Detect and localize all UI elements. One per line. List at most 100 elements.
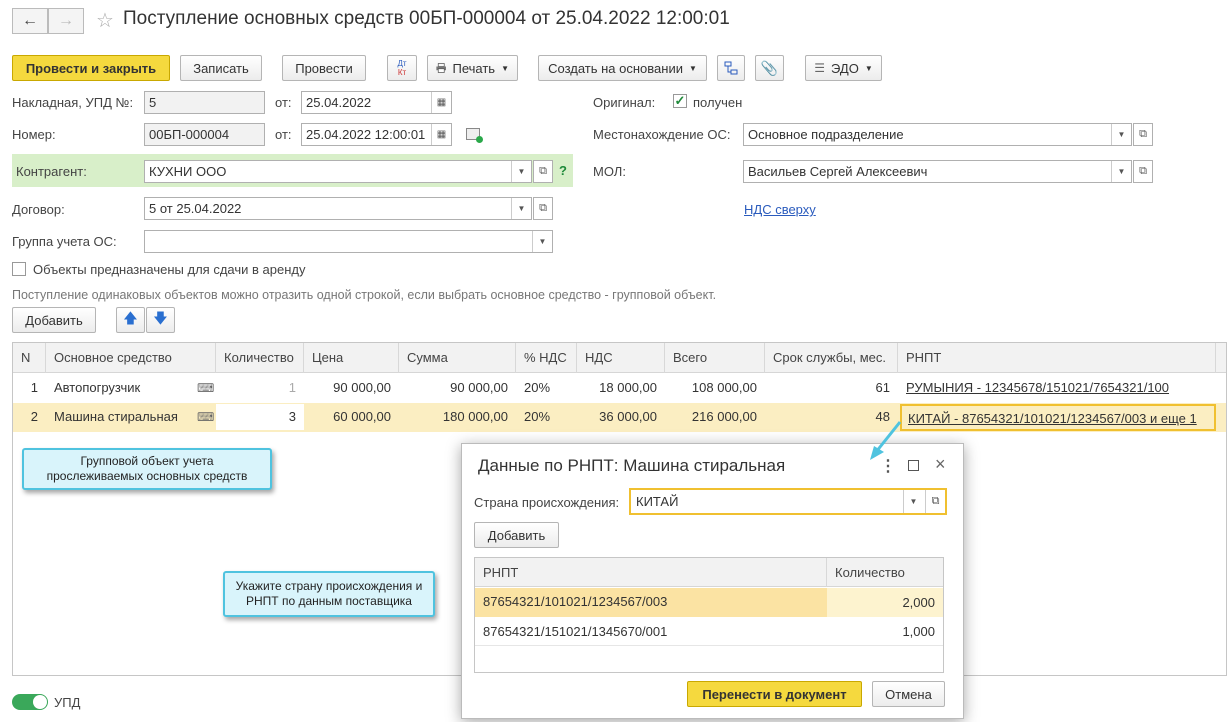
add-row-button[interactable]: Добавить [12,307,96,333]
table-row-selected[interactable]: 87654321/101021/1234567/003 2,000 [475,588,943,617]
table-header: N Основное средство Количество Цена Сумм… [13,343,1226,373]
row-rnpt-link[interactable]: РУМЫНИЯ - 12345678/151021/7654321/100 [898,374,1216,402]
transfer-to-document-button[interactable]: Перенести в документ [687,681,862,707]
mol-field[interactable]: Васильев Сергей Алексеевич ▼ [743,160,1132,183]
col-rnpt[interactable]: РНПТ [475,558,827,587]
forward-button[interactable]: → [48,8,84,34]
contract-label: Договор: [12,202,65,217]
country-field[interactable]: КИТАЙ ▼ ⧉ [629,488,947,515]
open-icon[interactable]: ⧉ [1133,160,1153,183]
vat-on-top-link[interactable]: НДС сверху [744,202,816,217]
dialog-add-button[interactable]: Добавить [474,522,559,548]
country-value: КИТАЙ [636,494,679,509]
arrow-down-icon: 🡇 [153,310,168,326]
row-price: 60 000,00 [333,409,391,424]
row-price: 90 000,00 [333,380,391,395]
calendar-icon[interactable]: ▦ [431,92,451,113]
col-sum[interactable]: Сумма [399,343,516,373]
contract-value: 5 от 25.04.2022 [149,201,242,216]
open-icon[interactable]: ⧉ [533,197,553,220]
arrow-up-icon: 🡅 [123,310,138,326]
row-total: 108 000,00 [691,380,757,395]
mol-label: МОЛ: [593,164,626,179]
chevron-down-icon[interactable]: ▼ [511,198,531,219]
dt-kt-button[interactable]: Дт Кт [387,55,417,81]
col-quantity[interactable]: Количество [827,558,943,587]
chevron-down-icon[interactable]: ▼ [1111,161,1131,182]
post-and-close-button[interactable]: Провести и закрыть [12,55,170,81]
cancel-button[interactable]: Отмена [872,681,945,707]
create-based-label: Создать на основании [548,60,683,76]
table-row[interactable]: 1 Автопогрузчик ⌨ 1 90 000,00 90 000,00 … [13,374,1226,402]
col-vat-rate[interactable]: % НДС [516,343,577,373]
col-vat[interactable]: НДС [577,343,665,373]
calendar-icon[interactable]: ▦ [431,124,451,145]
hint-text: Поступление одинаковых объектов можно от… [12,288,717,302]
rnpt-value: 87654321/151021/1345670/001 [483,624,668,639]
col-rnpt[interactable]: РНПТ [898,343,1216,373]
col-price[interactable]: Цена [304,343,399,373]
star-icon[interactable]: ☆ [96,8,114,33]
help-icon[interactable]: ? [559,163,567,178]
country-label: Страна происхождения: [474,495,620,510]
col-qty[interactable]: Количество [216,343,304,373]
group-field[interactable]: ▼ [144,230,553,253]
quantity-value: 1,000 [902,624,935,639]
upd-toggle[interactable] [12,694,48,710]
chevron-down-icon: ▼ [501,63,509,73]
edit-time-icon[interactable] [466,128,483,143]
close-icon[interactable]: × [935,454,946,475]
dialog-title: Данные по РНПТ: Машина стиральная [478,456,786,475]
row-sum: 90 000,00 [450,380,508,395]
move-down-button[interactable]: 🡇 [146,307,175,333]
post-button[interactable]: Провести [282,55,366,81]
save-button[interactable]: Записать [180,55,262,81]
original-checkbox[interactable]: ✓ [673,93,687,108]
chevron-down-icon[interactable]: ▼ [511,161,531,182]
original-received-label: получен [693,95,743,110]
maximize-icon[interactable] [908,460,919,471]
rnpt-dialog: Данные по РНПТ: Машина стиральная ⋮ × Ст… [461,443,964,719]
table-row[interactable]: 87654321/151021/1345670/001 1,000 [475,618,943,646]
contract-field[interactable]: 5 от 25.04.2022 ▼ [144,197,532,220]
table-row-selected[interactable]: 2 Машина стиральная ⌨ 3 60 000,00 180 00… [13,403,1226,432]
chevron-down-icon[interactable]: ▼ [532,231,552,252]
attach-button[interactable]: 📎 [755,55,784,81]
arrow-left-icon: ← [22,12,38,29]
chevron-down-icon[interactable]: ▼ [903,490,923,513]
rnpt-value: 87654321/101021/1234567/003 [483,594,668,609]
tracking-icon: ⌨ [197,410,215,424]
arrow-right-icon: → [58,12,74,29]
col-life[interactable]: Срок службы, мес. [765,343,898,373]
open-icon[interactable]: ⧉ [925,490,945,513]
col-asset[interactable]: Основное средство [46,343,216,373]
create-based-button[interactable]: Создать на основании ▼ [538,55,707,81]
move-up-button[interactable]: 🡅 [116,307,145,333]
invoice-from-label: от: [275,95,292,110]
structure-icon [724,61,738,75]
edo-button[interactable]: ☰ ЭДО ▼ [805,55,882,81]
specify-country-callout: Укажите страну происхождения и РНПТ по д… [223,571,435,617]
number-date-value: 25.04.2022 12:00:01 [306,127,426,142]
invoice-number-field[interactable]: 5 [144,91,265,114]
back-button[interactable]: ← [12,8,48,34]
row-rnpt-link[interactable]: КИТАЙ - 87654321/101021/1234567/003 и ещ… [900,404,1216,431]
chevron-down-icon: ▼ [688,63,697,73]
upd-toggle-label: УПД [54,695,81,710]
number-field[interactable]: 00БП-000004 [144,123,265,146]
counterparty-label: Контрагент: [16,164,87,179]
location-field[interactable]: Основное подразделение ▼ [743,123,1132,146]
print-button[interactable]: Печать ▼ [427,55,518,81]
col-total[interactable]: Всего [665,343,765,373]
tracking-icon: ⌨ [197,381,215,395]
col-n[interactable]: N [13,343,46,373]
counterparty-field[interactable]: КУХНИ ООО ▼ [144,160,532,183]
chevron-down-icon[interactable]: ▼ [1111,124,1131,145]
open-icon[interactable]: ⧉ [1133,123,1153,146]
number-date-field[interactable]: 25.04.2022 12:00:01 ▦ [301,123,452,146]
rent-checkbox[interactable] [12,262,26,276]
number-from-label: от: [275,127,292,142]
invoice-date-field[interactable]: 25.04.2022 ▦ [301,91,452,114]
open-icon[interactable]: ⧉ [533,160,553,183]
structure-button[interactable] [717,55,745,81]
